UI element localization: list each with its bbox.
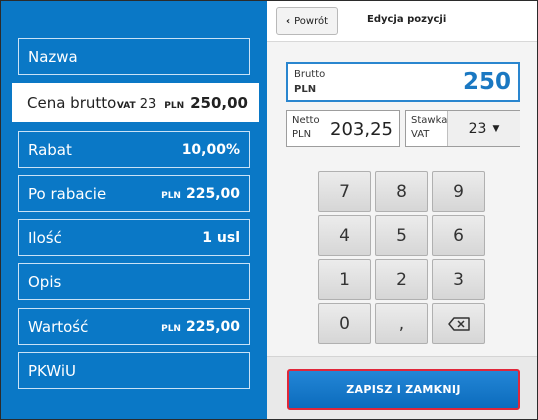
field-value: 1 usl (202, 230, 240, 246)
position-fields-panel: Nazwa Cena brutto VAT 23 PLN 250,00 Raba… (1, 1, 267, 419)
netto-input[interactable]: Netto PLN 203,25 (286, 110, 400, 147)
field-label: Nazwa (28, 47, 78, 66)
field-label: Opis (28, 272, 62, 291)
vat-rate-value: 23 (468, 120, 487, 137)
back-button[interactable]: ‹ Powrót (276, 7, 338, 35)
field-label: Wartość (28, 317, 89, 336)
field-label: Rabat (28, 140, 72, 159)
key-6[interactable]: 6 (432, 215, 485, 256)
vat-label: VAT (116, 100, 136, 111)
currency-label: PLN (161, 190, 181, 201)
field-value: VAT 23 PLN 250,00 (117, 94, 248, 112)
amount: 1 usl (202, 229, 240, 246)
brutto-value: 250 (462, 69, 511, 95)
key-5[interactable]: 5 (375, 215, 428, 256)
netto-currency: PLN (292, 129, 312, 140)
page-title: Edycja pozycji (367, 14, 447, 25)
field-value: PLN 225,00 (161, 186, 240, 202)
key-3[interactable]: 3 (432, 259, 485, 300)
amount: 10,00% (181, 141, 240, 158)
amount: 225,00 (185, 185, 240, 202)
currency-label: PLN (161, 323, 181, 334)
edit-panel: ‹ Powrót Edycja pozycji Brutto PLN 250 N… (267, 1, 537, 419)
key-4[interactable]: 4 (318, 215, 371, 256)
brutto-input[interactable]: Brutto PLN 250 (286, 62, 520, 102)
field-cena-brutto[interactable]: Cena brutto VAT 23 PLN 250,00 (12, 83, 259, 122)
amount: 250,00 (190, 93, 248, 112)
key-backspace[interactable] (432, 303, 485, 344)
app-window: Nazwa Cena brutto VAT 23 PLN 250,00 Raba… (0, 0, 538, 420)
key-2[interactable]: 2 (375, 259, 428, 300)
key-0[interactable]: 0 (318, 303, 371, 344)
caret-down-icon: ▼ (492, 123, 500, 134)
stawka-label: Stawka (411, 115, 448, 126)
field-label: Ilość (28, 228, 62, 247)
brutto-currency: PLN (294, 84, 317, 95)
field-wartosc[interactable]: Wartość PLN 225,00 (18, 308, 250, 345)
field-label: Po rabacie (28, 184, 107, 203)
footer-bar: ZAPISZ I ZAMKNIJ (267, 356, 537, 419)
field-label: Cena brutto (27, 93, 117, 112)
header-bar: ‹ Powrót Edycja pozycji (267, 1, 537, 42)
field-value: PLN 225,00 (161, 319, 240, 335)
chevron-left-icon: ‹ (285, 15, 291, 27)
back-button-label: Powrót (294, 15, 329, 27)
backspace-icon (447, 316, 470, 331)
netto-label: Netto (292, 115, 320, 126)
brutto-label: Brutto (294, 69, 326, 80)
vat-rate: 23 (139, 96, 157, 112)
netto-value: 203,25 (330, 119, 393, 140)
field-rabat[interactable]: Rabat 10,00% (18, 131, 250, 168)
save-and-close-button[interactable]: ZAPISZ I ZAMKNIJ (287, 369, 520, 410)
vat-rate-field: Stawka VAT 23 ▼ (405, 110, 520, 147)
currency-label: PLN (164, 100, 185, 111)
field-po-rabacie[interactable]: Po rabacie PLN 225,00 (18, 175, 250, 212)
key-7[interactable]: 7 (318, 171, 371, 212)
amount: 225,00 (185, 318, 240, 335)
key-comma[interactable]: , (375, 303, 428, 344)
field-value: 10,00% (182, 142, 240, 158)
key-1[interactable]: 1 (318, 259, 371, 300)
field-label: PKWiU (28, 361, 76, 380)
field-pkwiu[interactable]: PKWiU (18, 352, 250, 389)
field-ilosc[interactable]: Ilość 1 usl (18, 219, 250, 256)
key-8[interactable]: 8 (375, 171, 428, 212)
vat-rate-select[interactable]: 23 ▼ (447, 111, 520, 146)
field-nazwa[interactable]: Nazwa (18, 38, 250, 75)
stawka-sub-label: VAT (411, 129, 430, 140)
key-9[interactable]: 9 (432, 171, 485, 212)
field-opis[interactable]: Opis (18, 263, 250, 300)
